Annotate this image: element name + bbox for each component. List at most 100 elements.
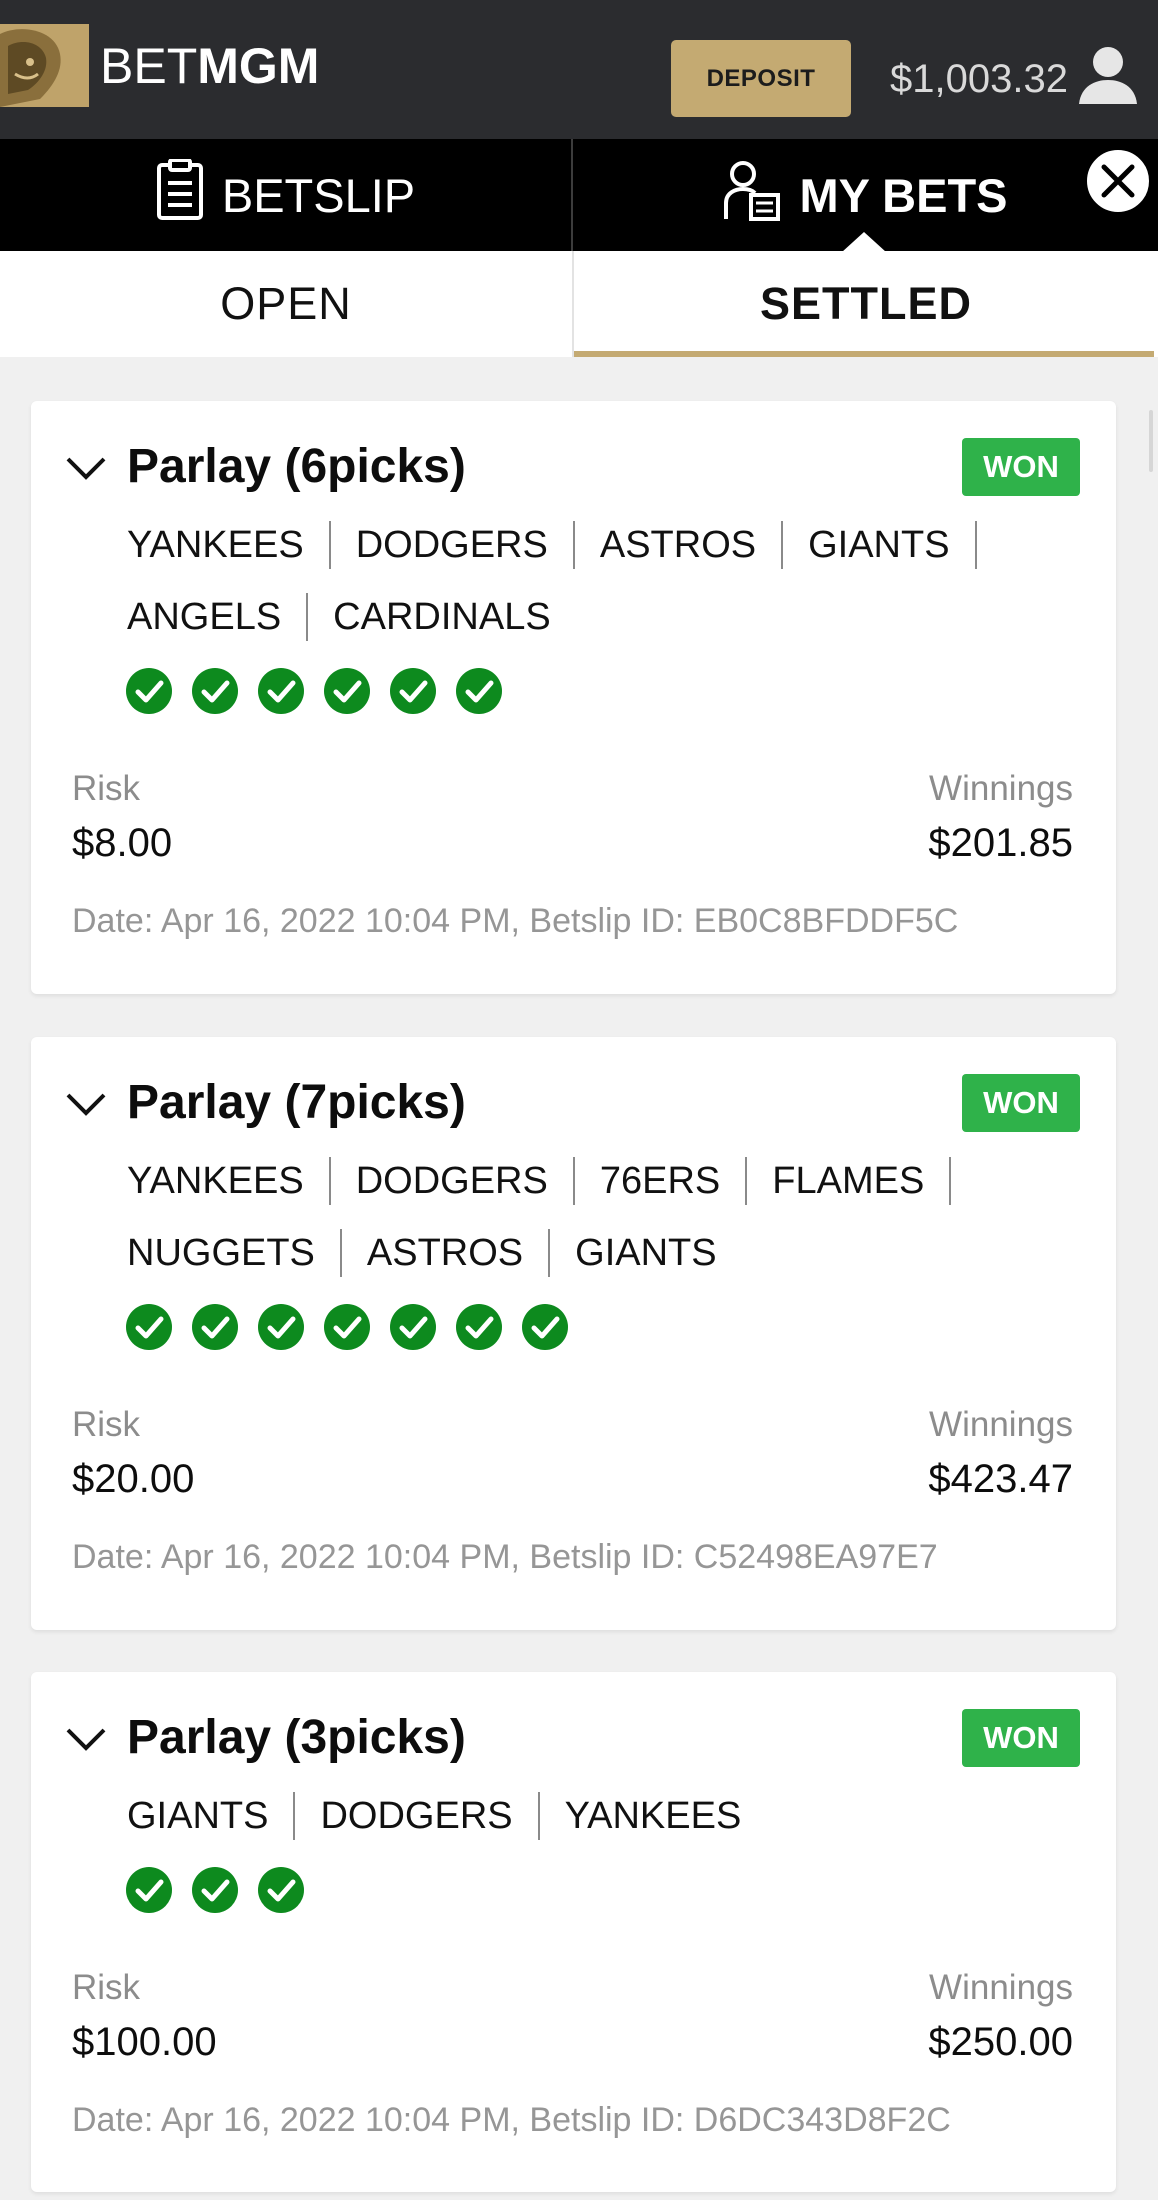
picks-row: NUGGETS ASTROS GIANTS xyxy=(127,1223,717,1283)
pick-label: CARDINALS xyxy=(333,595,551,638)
winnings-label: Winnings xyxy=(929,1968,1073,2007)
winnings-amount: $423.47 xyxy=(928,1457,1073,1501)
close-icon[interactable] xyxy=(1084,147,1152,215)
bet-card[interactable]: Parlay (6picks) WON YANKEES DODGERS ASTR… xyxy=(31,401,1116,994)
bet-meta: Date: Apr 16, 2022 10:04 PM, Betslip ID:… xyxy=(72,2101,951,2139)
risk-amount: $20.00 xyxy=(72,1457,195,1501)
pick-label: YANKEES xyxy=(127,523,304,566)
tab-settled[interactable]: SETTLED xyxy=(572,251,1158,357)
winnings-label: Winnings xyxy=(929,769,1073,808)
bet-meta: Date: Apr 16, 2022 10:04 PM, Betslip ID:… xyxy=(72,1538,938,1576)
logo-text-bold: MGM xyxy=(197,38,320,94)
user-icon[interactable] xyxy=(1077,44,1139,106)
bet-title: Parlay (6picks) xyxy=(127,440,466,493)
pick-label: YANKEES xyxy=(127,1159,304,1202)
account-balance[interactable]: $1,003.32 xyxy=(890,56,1068,102)
pick-divider xyxy=(974,521,977,569)
user-list-icon xyxy=(723,159,781,232)
check-circle-icon xyxy=(324,1304,370,1350)
pick-divider xyxy=(572,521,575,569)
pick-label: GIANTS xyxy=(808,523,950,566)
check-circle-icon xyxy=(258,1867,304,1913)
picks-row: YANKEES DODGERS 76ERS FLAMES xyxy=(127,1151,976,1211)
check-circle-icon xyxy=(258,1304,304,1350)
pick-label: YANKEES xyxy=(564,1794,742,1837)
pick-divider xyxy=(293,1792,296,1840)
chevron-down-icon[interactable] xyxy=(64,445,108,489)
bet-title: Parlay (7picks) xyxy=(127,1076,466,1129)
active-tab-pointer xyxy=(842,232,886,252)
logo-text-light: BET xyxy=(100,38,198,94)
pick-label: 76ERS xyxy=(599,1159,721,1202)
check-circle-icon xyxy=(126,668,172,714)
bet-meta: Date: Apr 16, 2022 10:04 PM, Betslip ID:… xyxy=(72,902,959,940)
pick-divider xyxy=(745,1157,748,1205)
risk-label: Risk xyxy=(72,1405,141,1444)
pick-results xyxy=(125,1866,323,1916)
chevron-down-icon[interactable] xyxy=(64,1716,108,1760)
pick-label: GIANTS xyxy=(575,1231,717,1274)
picks-row: GIANTS DODGERS YANKEES xyxy=(127,1786,741,1846)
check-circle-icon xyxy=(456,668,502,714)
tab-open[interactable]: OPEN xyxy=(0,251,572,357)
clipboard-icon xyxy=(156,157,204,232)
check-circle-icon xyxy=(192,1867,238,1913)
pick-label: NUGGETS xyxy=(127,1231,315,1274)
pick-results xyxy=(125,1303,587,1353)
winnings-label: Winnings xyxy=(929,1405,1073,1444)
pick-divider xyxy=(537,1792,540,1840)
deposit-button[interactable]: DEPOSIT xyxy=(671,40,851,117)
picks-row: YANKEES DODGERS ASTROS GIANTS xyxy=(127,515,1002,575)
check-circle-icon xyxy=(522,1304,568,1350)
pick-divider xyxy=(339,1229,342,1277)
main-tab-bar: BETSLIP MY BETS xyxy=(0,139,1158,252)
risk-amount: $100.00 xyxy=(72,2020,217,2064)
pick-divider xyxy=(548,1229,551,1277)
tab-betslip[interactable]: BETSLIP xyxy=(0,139,571,251)
lion-logo-icon xyxy=(0,24,89,107)
status-badge: WON xyxy=(962,1074,1080,1132)
tab-betslip-label: BETSLIP xyxy=(221,168,416,222)
check-circle-icon xyxy=(126,1304,172,1350)
check-circle-icon xyxy=(192,668,238,714)
pick-label: ANGELS xyxy=(127,595,282,638)
pick-divider xyxy=(781,521,784,569)
picks-row: ANGELS CARDINALS xyxy=(127,587,551,647)
pick-divider xyxy=(949,1157,952,1205)
pick-divider xyxy=(328,1157,331,1205)
top-header: BETMGM DEPOSIT $1,003.32 xyxy=(0,0,1158,139)
winnings-amount: $250.00 xyxy=(928,2020,1073,2064)
check-circle-icon xyxy=(390,1304,436,1350)
pick-label: DODGERS xyxy=(355,523,548,566)
pick-divider xyxy=(306,593,309,641)
bet-card[interactable]: Parlay (7picks) WON YANKEES DODGERS 76ER… xyxy=(31,1037,1116,1630)
bet-card[interactable]: Parlay (3picks) WON GIANTS DODGERS YANKE… xyxy=(31,1672,1116,2192)
scrollbar[interactable] xyxy=(1149,410,1153,472)
pick-divider xyxy=(328,521,331,569)
check-circle-icon xyxy=(126,1867,172,1913)
pick-label: ASTROS xyxy=(599,523,757,566)
pick-label: FLAMES xyxy=(772,1159,925,1202)
risk-label: Risk xyxy=(72,1968,141,2007)
chevron-down-icon[interactable] xyxy=(64,1081,108,1125)
bets-filter-tabs: OPEN SETTLED xyxy=(0,251,1158,357)
check-circle-icon xyxy=(324,668,370,714)
check-circle-icon xyxy=(192,1304,238,1350)
bet-title: Parlay (3picks) xyxy=(127,1711,466,1764)
winnings-amount: $201.85 xyxy=(928,821,1073,865)
risk-label: Risk xyxy=(72,769,141,808)
pick-label: GIANTS xyxy=(127,1794,269,1837)
risk-amount: $8.00 xyxy=(72,821,173,865)
active-tab-underline xyxy=(574,351,1154,357)
pick-label: ASTROS xyxy=(366,1231,524,1274)
tab-my-bets-label: MY BETS xyxy=(799,168,1008,222)
check-circle-icon xyxy=(456,1304,502,1350)
check-circle-icon xyxy=(258,668,304,714)
pick-label: DODGERS xyxy=(320,1794,513,1837)
pick-divider xyxy=(572,1157,575,1205)
status-badge: WON xyxy=(962,438,1080,496)
check-circle-icon xyxy=(390,668,436,714)
status-badge: WON xyxy=(962,1709,1080,1767)
brand-logo[interactable]: BETMGM xyxy=(100,38,319,94)
pick-results xyxy=(125,667,521,717)
